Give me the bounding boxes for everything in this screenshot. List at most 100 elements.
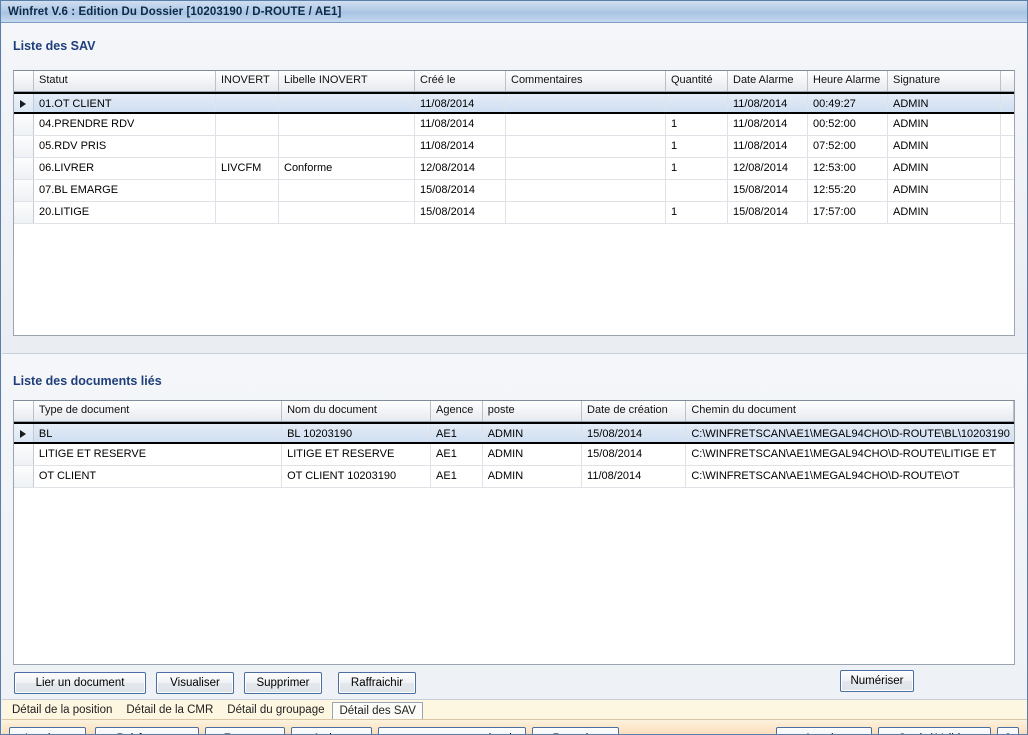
documents-cell-type[interactable]: OT CLIENT	[34, 466, 282, 487]
help-button[interactable]: ?	[997, 727, 1019, 735]
sav-column-header[interactable]: Libelle INOVERT	[279, 71, 415, 91]
row-indicator-cell[interactable]	[14, 444, 34, 465]
sav-grid[interactable]: StatutINOVERTLibelle INOVERTCréé leComme…	[13, 70, 1015, 336]
documents-column-header[interactable]: Agence	[431, 401, 483, 421]
sav-row[interactable]: 04.PRENDRE RDV11/08/2014111/08/201400:52…	[14, 114, 1014, 136]
sav-cell-date_alarme[interactable]: 15/08/2014	[728, 202, 808, 223]
pre-invoice-button[interactable]: Pré-facturer	[95, 727, 199, 735]
documents-cell-date[interactable]: 15/08/2014	[582, 444, 686, 465]
sav-cell-inovert[interactable]: LIVCFM	[216, 158, 279, 179]
sav-cell-date_alarme[interactable]: 15/08/2014	[728, 180, 808, 201]
documents-row[interactable]: BLBL 10203190AE1ADMIN15/08/2014C:\WINFRE…	[14, 422, 1014, 444]
documents-cell-type[interactable]: LITIGE ET RESERVE	[34, 444, 282, 465]
sav-row[interactable]: 20.LITIGE15/08/2014115/08/201417:57:00AD…	[14, 202, 1014, 224]
documents-cell-nom[interactable]: LITIGE ET RESERVE	[282, 444, 431, 465]
sav-cell-cree_le[interactable]: 12/08/2014	[415, 158, 506, 179]
documents-cell-chemin[interactable]: C:\WINFRETSCAN\AE1\MEGAL94CHO\D-ROUTE\LI…	[686, 444, 1014, 465]
documents-cell-agence[interactable]: AE1	[431, 424, 483, 442]
tab-d-tail-de-la-cmr[interactable]: Détail de la CMR	[120, 702, 219, 720]
row-indicator-cell[interactable]	[14, 136, 34, 157]
documents-row[interactable]: LITIGE ET RESERVELITIGE ET RESERVEAE1ADM…	[14, 444, 1014, 466]
sav-cell-quantite[interactable]: 1	[666, 158, 728, 179]
sav-cell-cree_le[interactable]: 15/08/2014	[415, 202, 506, 223]
documents-cell-poste[interactable]: ADMIN	[483, 444, 582, 465]
documents-column-header[interactable]: Date de création	[582, 401, 686, 421]
sav-column-header[interactable]: Signature	[888, 71, 1001, 91]
sav-cell-heure_alarme[interactable]: 00:52:00	[808, 114, 888, 135]
sav-cell-date_alarme[interactable]: 11/08/2014	[728, 136, 808, 157]
sav-cell-statut[interactable]: 07.BL EMARGE	[34, 180, 216, 201]
sav-cell-inovert[interactable]	[216, 202, 279, 223]
documents-cell-agence[interactable]: AE1	[431, 466, 483, 487]
row-indicator-cell[interactable]	[14, 94, 34, 112]
documents-cell-date[interactable]: 11/08/2014	[582, 466, 686, 487]
sav-cell-date_alarme[interactable]: 11/08/2014	[728, 94, 808, 112]
actions-button[interactable]: Actions	[291, 727, 372, 735]
sav-cell-commentaires[interactable]	[506, 158, 666, 179]
sav-cell-cree_le[interactable]: 11/08/2014	[415, 136, 506, 157]
row-indicator-cell[interactable]	[14, 114, 34, 135]
sav-row[interactable]: 05.RDV PRIS11/08/2014111/08/201407:52:00…	[14, 136, 1014, 158]
sav-cell-libelle[interactable]: Conforme	[279, 158, 415, 179]
sav-cell-inovert[interactable]	[216, 136, 279, 157]
documents-column-header[interactable]: Nom du document	[282, 401, 431, 421]
sav-row[interactable]: 07.BL EMARGE15/08/201415/08/201412:55:20…	[14, 180, 1014, 202]
sav-row[interactable]: 01.OT CLIENT11/08/201411/08/201400:49:27…	[14, 92, 1014, 114]
sav-cell-commentaires[interactable]	[506, 114, 666, 135]
sav-cell-inovert[interactable]	[216, 180, 279, 201]
sav-cell-statut[interactable]: 01.OT CLIENT	[34, 94, 216, 112]
sav-cell-heure_alarme[interactable]: 07:52:00	[808, 136, 888, 157]
documents-cell-date[interactable]: 15/08/2014	[582, 424, 686, 442]
sav-cell-libelle[interactable]	[279, 136, 415, 157]
sav-cell-statut[interactable]: 06.LIVRER	[34, 158, 216, 179]
row-indicator-cell[interactable]	[14, 202, 34, 223]
sav-cell-libelle[interactable]	[279, 94, 415, 112]
link-document-button[interactable]: Lier un document	[14, 672, 146, 694]
sav-cell-quantite[interactable]	[666, 94, 728, 112]
sav-cell-signature[interactable]: ADMIN	[888, 158, 1001, 179]
sav-cell-commentaires[interactable]	[506, 202, 666, 223]
sav-cell-heure_alarme[interactable]: 12:55:20	[808, 180, 888, 201]
documents-cell-nom[interactable]: OT CLIENT 10203190	[282, 466, 431, 487]
sav-cell-cree_le[interactable]: 11/08/2014	[415, 94, 506, 112]
sav-cell-statut[interactable]: 20.LITIGE	[34, 202, 216, 223]
sav-cell-date_alarme[interactable]: 11/08/2014	[728, 114, 808, 135]
new-file-button[interactable]: outer un nouveau dossi	[378, 727, 526, 735]
sav-cell-statut[interactable]: 05.RDV PRIS	[34, 136, 216, 157]
sav-cell-quantite[interactable]: 1	[666, 136, 728, 157]
documents-row[interactable]: OT CLIENTOT CLIENT 10203190AE1ADMIN11/08…	[14, 466, 1014, 488]
sav-cell-quantite[interactable]	[666, 180, 728, 201]
sav-cell-cree_le[interactable]: 15/08/2014	[415, 180, 506, 201]
documents-cell-agence[interactable]: AE1	[431, 444, 483, 465]
sav-cell-libelle[interactable]	[279, 202, 415, 223]
documents-cell-poste[interactable]: ADMIN	[483, 424, 582, 442]
sav-cell-commentaires[interactable]	[506, 136, 666, 157]
sav-cell-cree_le[interactable]: 11/08/2014	[415, 114, 506, 135]
refresh-documents-button[interactable]: Raffraichir	[338, 672, 416, 694]
documents-cell-chemin[interactable]: C:\WINFRETSCAN\AE1\MEGAL94CHO\D-ROUTE\BL…	[686, 424, 1014, 442]
sav-cell-signature[interactable]: ADMIN	[888, 180, 1001, 201]
delete-document-button[interactable]: Supprimer	[244, 672, 322, 694]
sav-column-header[interactable]: Créé le	[415, 71, 506, 91]
sav-cell-quantite[interactable]: 1	[666, 202, 728, 223]
validate-exit-button[interactable]: Sortir / Valider	[878, 727, 991, 735]
sav-cell-commentaires[interactable]	[506, 94, 666, 112]
sav-column-header[interactable]: Quantité	[666, 71, 728, 91]
cancel-button[interactable]: Annuler	[776, 727, 872, 735]
sav-column-header[interactable]: INOVERT	[216, 71, 279, 91]
sav-cell-signature[interactable]: ADMIN	[888, 94, 1001, 112]
sav-column-header[interactable]: Heure Alarme	[808, 71, 888, 91]
sav-cell-statut[interactable]: 04.PRENDRE RDV	[34, 114, 216, 135]
row-indicator-cell[interactable]	[14, 158, 34, 179]
documents-cell-chemin[interactable]: C:\WINFRETSCAN\AE1\MEGAL94CHO\D-ROUTE\OT	[686, 466, 1014, 487]
sav-cell-date_alarme[interactable]: 12/08/2014	[728, 158, 808, 179]
scan-document-button[interactable]: Numériser	[840, 670, 914, 692]
row-indicator-cell[interactable]	[14, 180, 34, 201]
sav-column-header[interactable]: Date Alarme	[728, 71, 808, 91]
sav-cell-libelle[interactable]	[279, 180, 415, 201]
view-document-button[interactable]: Visualiser	[156, 672, 234, 694]
sav-cell-signature[interactable]: ADMIN	[888, 202, 1001, 223]
tab-d-tail-de-la-position[interactable]: Détail de la position	[6, 702, 118, 720]
sav-cell-inovert[interactable]	[216, 114, 279, 135]
sav-column-header[interactable]: Statut	[34, 71, 216, 91]
